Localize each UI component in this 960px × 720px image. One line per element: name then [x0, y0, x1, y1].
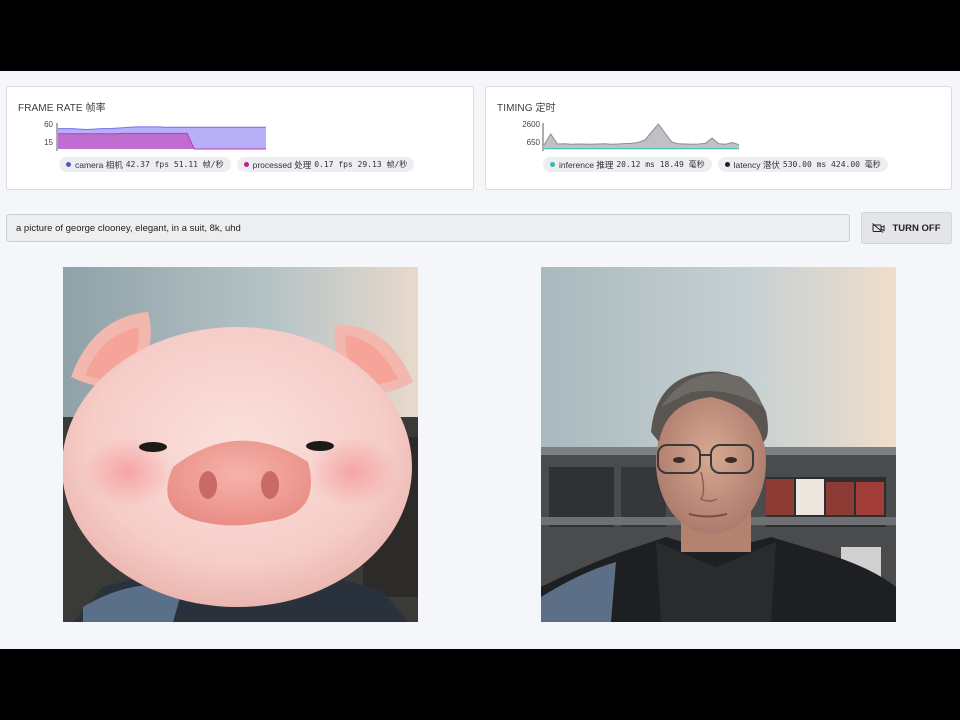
timing-panel: TIMING 定时 2600 650 inference 推理 20.12 ms…	[485, 86, 952, 190]
camera-dot-icon	[66, 162, 71, 167]
timing-chart: 2600 650	[522, 120, 740, 151]
app-root: FRAME RATE 帧率 60 15 camera 相机 42.37 fps …	[0, 71, 960, 649]
turn-off-button[interactable]: TURN OFF	[861, 212, 952, 244]
processed-output-image	[63, 267, 418, 622]
legend-processed-label: processed 处理	[252, 159, 312, 170]
legend-inference-label: inference 推理	[559, 159, 614, 170]
timing-title: TIMING 定时	[497, 103, 556, 114]
processed-dot-icon	[243, 162, 249, 167]
legend-latency-value: 530.00 ms 424.00 毫秒	[782, 160, 881, 169]
camera-feed-frame	[541, 267, 896, 622]
legend-processed-value: 0.17 fps 29.13 帧/秒	[314, 160, 408, 169]
latency-dot-icon	[724, 162, 730, 167]
frame-rate-title: FRAME RATE 帧率	[18, 103, 106, 114]
frame-rate-ylabel-top: 60	[44, 120, 53, 129]
legend-inference-value: 20.12 ms 18.49 毫秒	[616, 160, 705, 169]
legend-camera-value: 42.37 fps 51.11 帧/秒	[125, 160, 224, 169]
legend-camera-label: camera 相机	[75, 159, 123, 170]
frame-rate-legend: camera 相机 42.37 fps 51.11 帧/秒 processed …	[59, 157, 415, 172]
timing-legend: inference 推理 20.12 ms 18.49 毫秒 latency 潜…	[543, 157, 888, 172]
frame-rate-chart: 60 15	[44, 120, 266, 151]
frame-rate-ylabel-bottom: 15	[44, 138, 53, 147]
legend-latency: latency 潜伏 530.00 ms 424.00 毫秒	[717, 157, 888, 172]
processed-output-frame	[63, 267, 418, 622]
video-off-icon	[872, 223, 885, 233]
prompt-input[interactable]	[6, 214, 850, 242]
legend-inference: inference 推理 20.12 ms 18.49 毫秒	[543, 157, 712, 172]
camera-feed-image	[541, 267, 896, 622]
series-area-latency	[544, 124, 739, 149]
frame-rate-panel: FRAME RATE 帧率 60 15 camera 相机 42.37 fps …	[6, 86, 474, 190]
timing-ylabel-bottom: 650	[527, 138, 541, 147]
timing-ylabel-top: 2600	[522, 120, 540, 129]
turn-off-label: TURN OFF	[892, 222, 941, 234]
legend-processed: processed 处理 0.17 fps 29.13 帧/秒	[236, 157, 415, 172]
legend-camera: camera 相机 42.37 fps 51.11 帧/秒	[59, 157, 231, 172]
legend-latency-label: latency 潜伏	[733, 159, 780, 170]
inference-dot-icon	[550, 162, 555, 167]
